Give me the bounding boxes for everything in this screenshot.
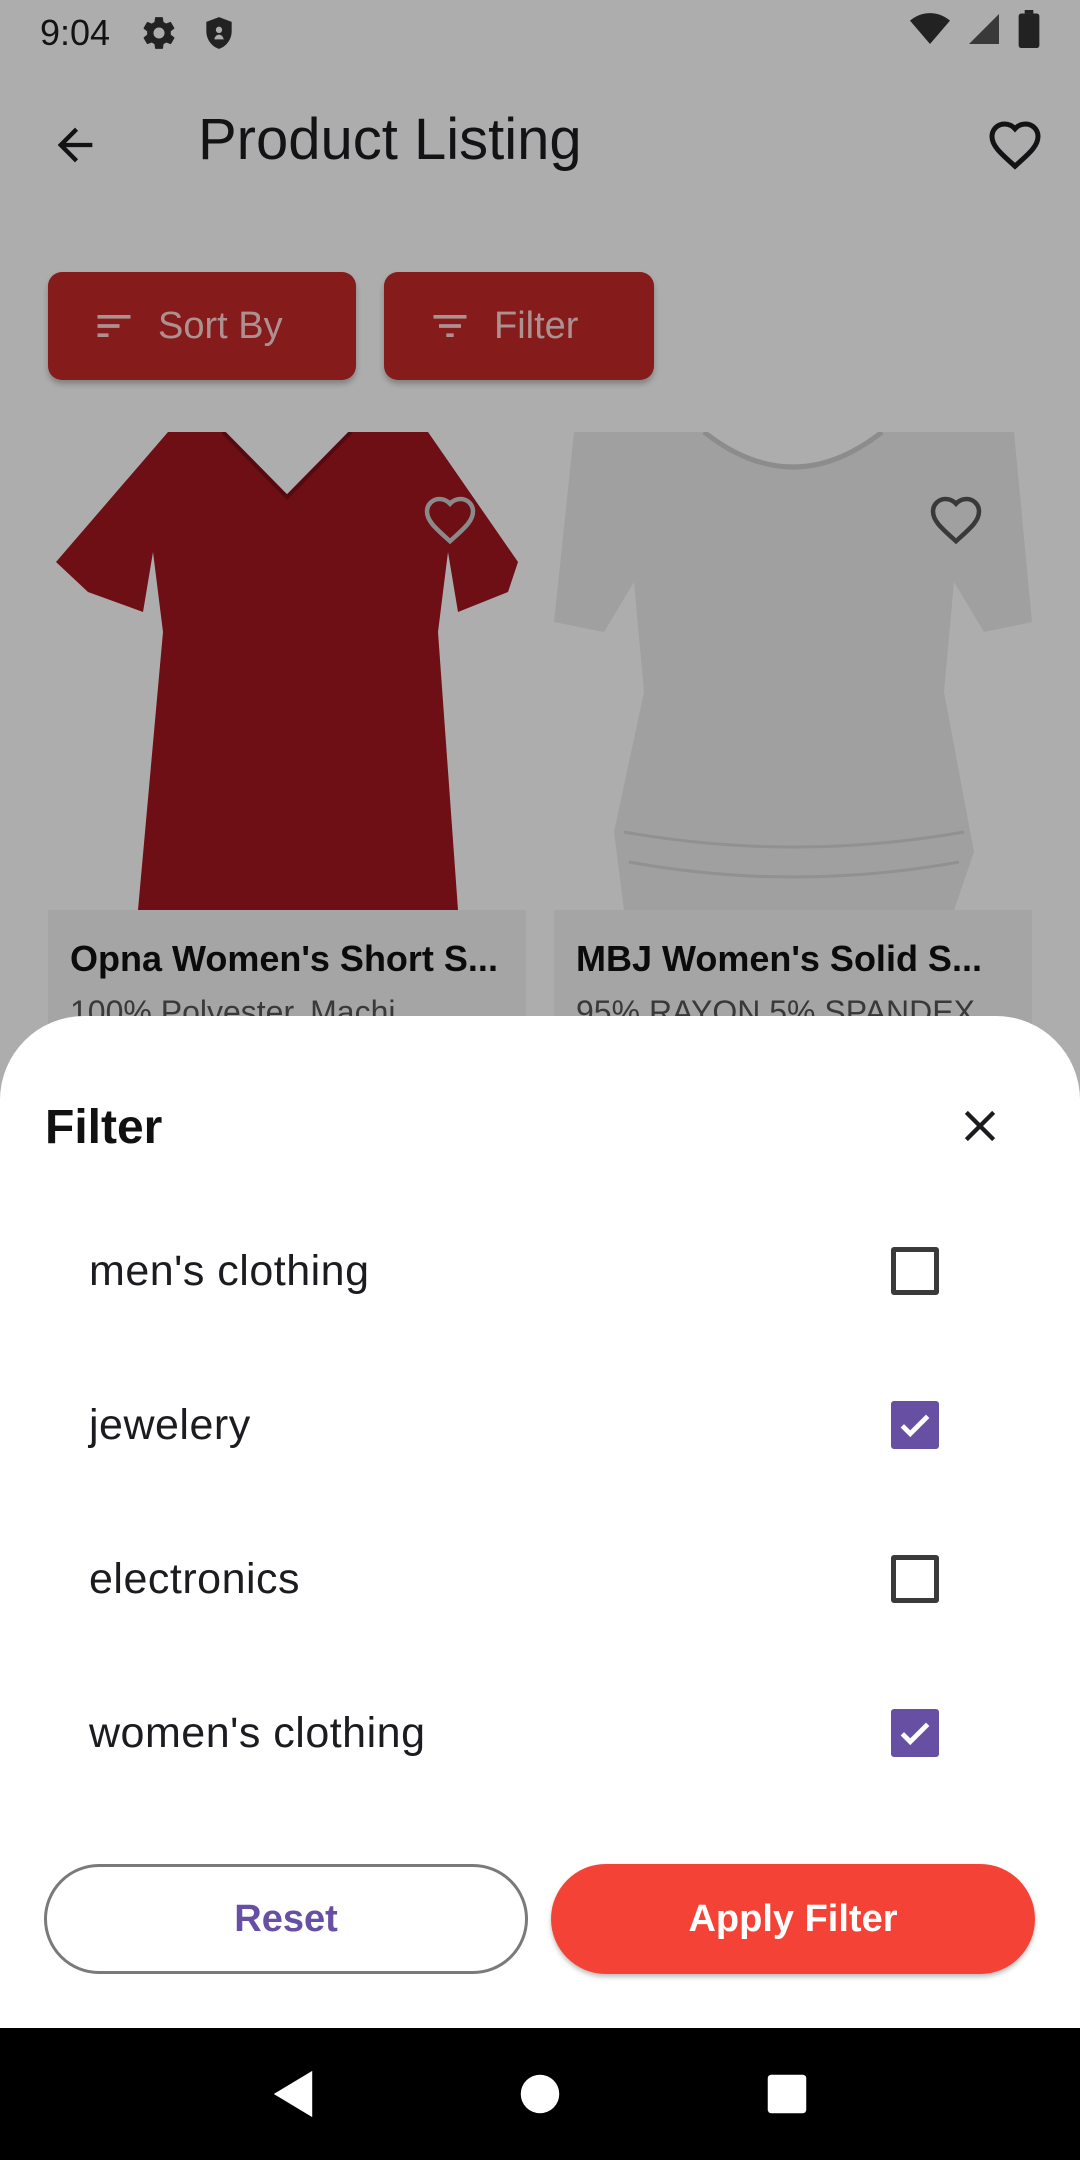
filter-option-electronics[interactable]: electronics — [0, 1502, 1080, 1656]
nav-recents-button[interactable] — [757, 2064, 817, 2124]
system-nav-bar — [0, 2028, 1080, 2160]
option-label: electronics — [89, 1554, 301, 1603]
apply-filter-button[interactable]: Apply Filter — [551, 1864, 1035, 1974]
sheet-title: Filter — [45, 1101, 163, 1154]
checkbox[interactable] — [891, 1401, 939, 1449]
checkbox[interactable] — [891, 1247, 939, 1295]
checkbox[interactable] — [891, 1709, 939, 1757]
screen: 9:04 Product Listing Sort By Filter Opna… — [0, 0, 1080, 2160]
filter-option-jewelery[interactable]: jewelery — [0, 1348, 1080, 1502]
filter-option-womens-clothing[interactable]: women's clothing — [0, 1656, 1080, 1810]
option-label: women's clothing — [89, 1708, 426, 1757]
filter-bottom-sheet: Filter men's clothing jewelery electroni… — [0, 1016, 1080, 2028]
close-button[interactable] — [950, 1096, 1010, 1156]
nav-back-button[interactable] — [263, 2064, 323, 2124]
option-label: men's clothing — [89, 1246, 370, 1295]
checkbox[interactable] — [891, 1555, 939, 1603]
check-icon — [900, 1722, 930, 1746]
option-label: jewelery — [89, 1400, 251, 1449]
close-icon — [964, 1110, 996, 1142]
check-icon — [900, 1414, 930, 1438]
reset-button[interactable]: Reset — [44, 1864, 528, 1974]
filter-option-mens-clothing[interactable]: men's clothing — [0, 1194, 1080, 1348]
square-recents-icon — [767, 2074, 806, 2114]
triangle-back-icon — [274, 2070, 313, 2118]
nav-home-button[interactable] — [510, 2064, 570, 2124]
circle-home-icon — [520, 2074, 560, 2114]
